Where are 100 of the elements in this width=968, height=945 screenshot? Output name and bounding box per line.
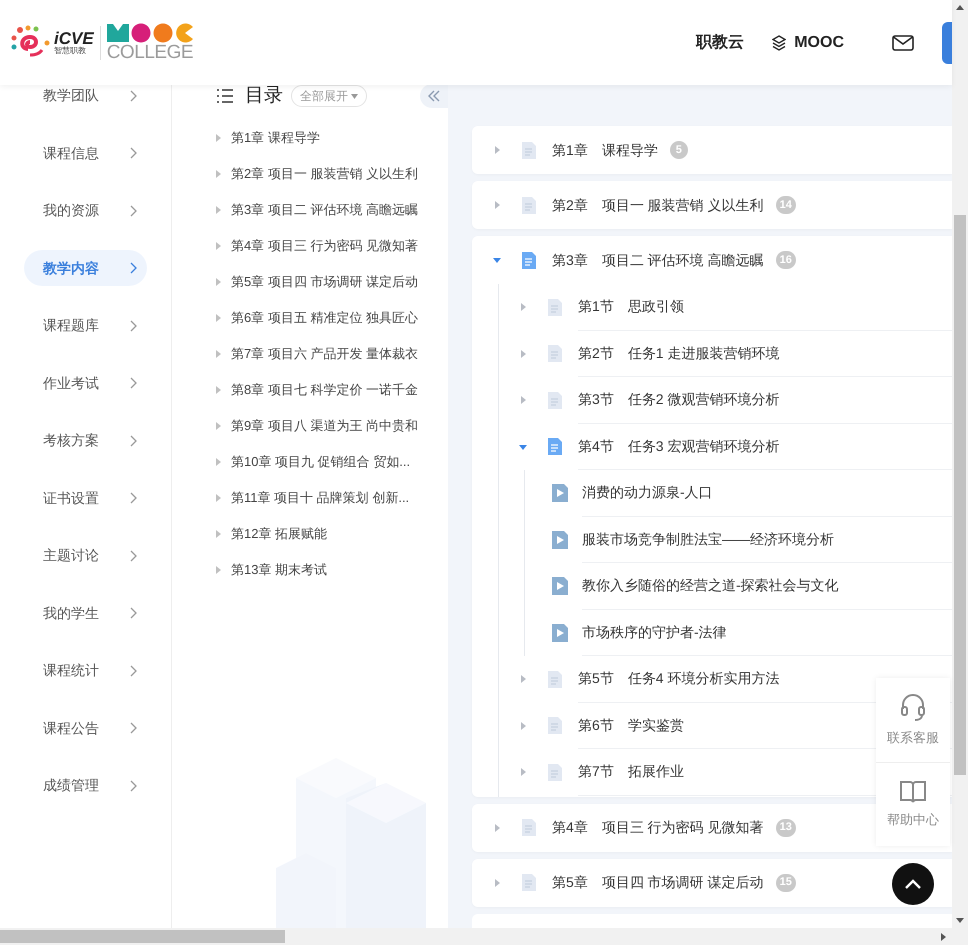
- catalog-chapter[interactable]: 第12章 拓展赋能: [231, 524, 328, 544]
- sidebar-item[interactable]: 教学团队: [24, 85, 147, 114]
- catalog-chapter[interactable]: 第11章 项目十 品牌策划 创新...: [231, 488, 410, 508]
- collapse-button[interactable]: [420, 84, 448, 108]
- double-chevron-left-icon: [428, 90, 440, 102]
- caret-down-icon: [351, 94, 358, 98]
- document-icon: [547, 762, 563, 782]
- sidebar-item[interactable]: 成绩管理: [24, 768, 147, 804]
- expand-arrow-icon[interactable]: [493, 201, 501, 209]
- scrollbar-thumb[interactable]: [0, 930, 285, 943]
- catalog-chapter[interactable]: 第7章 项目六 产品开发 量体裁衣: [231, 344, 418, 364]
- sidebar-item[interactable]: 主题讨论: [24, 538, 147, 574]
- video-file-icon: [551, 622, 569, 643]
- expand-arrow-icon[interactable]: [493, 824, 501, 832]
- expand-arrow-icon[interactable]: [216, 206, 221, 214]
- horizontal-scrollbar[interactable]: [0, 928, 968, 945]
- layers-icon: [772, 34, 786, 50]
- expand-arrow-icon[interactable]: [519, 675, 527, 684]
- scroll-right-icon[interactable]: [941, 932, 946, 940]
- catalog-chapter[interactable]: 第13章 期末考试: [231, 560, 328, 580]
- catalog-chapter[interactable]: 第1章 课程导学: [231, 128, 320, 148]
- chapter-title[interactable]: 第1章 课程导学: [552, 140, 658, 160]
- document-icon: [547, 437, 563, 456]
- catalog-chapter[interactable]: 第2章 项目一 服装营销 义以生利: [231, 164, 418, 184]
- chevron-right-icon: [130, 204, 137, 217]
- expand-arrow-icon[interactable]: [216, 494, 221, 502]
- catalog-chapter[interactable]: 第8章 项目七 科学定价 一诺千金: [231, 380, 418, 400]
- sidebar-item[interactable]: 我的资源: [24, 192, 147, 229]
- nav-link[interactable]: 职教云: [696, 30, 744, 54]
- expand-arrow-icon[interactable]: [216, 350, 221, 358]
- document-icon: [547, 670, 563, 689]
- scroll-down-icon[interactable]: [956, 918, 964, 923]
- document-icon: [521, 873, 537, 892]
- chapter-title[interactable]: 第5章 项目四 市场调研 谋定后动: [552, 872, 764, 893]
- vertical-scrollbar[interactable]: [952, 0, 968, 928]
- catalog-chapter[interactable]: 第9章 项目八 渠道为王 尚中贵和: [231, 416, 418, 436]
- chevron-right-icon: [130, 147, 137, 160]
- expand-arrow-icon[interactable]: [216, 314, 221, 322]
- collapse-arrow-icon[interactable]: [519, 442, 527, 451]
- expand-arrow-icon[interactable]: [216, 530, 221, 538]
- expand-arrow-icon[interactable]: [216, 278, 221, 286]
- resource-title[interactable]: 教你入乡随俗的经营之道-探索社会与文化: [582, 575, 839, 596]
- document-icon: [547, 298, 563, 317]
- expand-arrow-icon[interactable]: [216, 242, 221, 250]
- section-title[interactable]: 第6节 学实鉴赏: [578, 714, 684, 736]
- resource-title[interactable]: 市场秩序的守护者-法律: [582, 622, 727, 643]
- sidebar-item[interactable]: 我的学生: [24, 595, 147, 632]
- sidebar-item[interactable]: 教学内容: [24, 250, 147, 286]
- chevron-up-icon: [905, 879, 921, 889]
- catalog-chapter[interactable]: 第10章 项目九 促销组合 贸如...: [231, 452, 410, 472]
- section-title[interactable]: 第2节 任务1 走进服装营销环境: [578, 342, 780, 364]
- help-panel-item[interactable]: 帮助中心: [876, 762, 950, 846]
- expand-arrow-icon[interactable]: [493, 878, 501, 886]
- expand-arrow-icon[interactable]: [216, 458, 221, 466]
- nav-link[interactable]: MOOC: [772, 30, 844, 54]
- expand-arrow-icon[interactable]: [216, 386, 221, 394]
- expand-arrow-icon[interactable]: [216, 170, 221, 178]
- expand-arrow-icon[interactable]: [519, 303, 527, 312]
- book-icon: [900, 780, 926, 804]
- expand-arrow-icon[interactable]: [216, 134, 221, 142]
- expand-arrow-icon[interactable]: [519, 722, 527, 730]
- sidebar-item[interactable]: 课程公告: [24, 710, 147, 746]
- resource-title[interactable]: 服装市场竞争制胜法宝——经济环境分析: [582, 528, 834, 550]
- sidebar-item[interactable]: 考核方案: [24, 422, 147, 459]
- expand-arrow-icon[interactable]: [519, 768, 527, 776]
- chapter-title[interactable]: 第3章 项目二 评估环境 高瞻远瞩: [552, 250, 764, 270]
- collapse-arrow-icon[interactable]: [493, 256, 501, 264]
- mail-icon[interactable]: [892, 34, 914, 50]
- user-button[interactable]: [942, 22, 952, 64]
- sidebar-item[interactable]: 课程题库: [24, 308, 147, 344]
- expand-arrow-icon[interactable]: [519, 396, 527, 404]
- section-title[interactable]: 第7节 拓展作业: [578, 761, 684, 782]
- chevron-right-icon: [130, 320, 137, 332]
- sidebar-item[interactable]: 课程信息: [24, 135, 147, 172]
- sidebar-item[interactable]: 课程统计: [24, 652, 147, 689]
- sidebar-item[interactable]: 作业考试: [24, 365, 147, 402]
- chevron-right-icon: [130, 262, 137, 274]
- section-title[interactable]: 第5节 任务4 环境分析实用方法: [578, 668, 780, 690]
- chevron-right-icon: [130, 550, 137, 562]
- catalog-chapter[interactable]: 第6章 项目五 精准定位 独具匠心: [231, 308, 418, 328]
- catalog-chapter[interactable]: 第3章 项目二 评估环境 高瞻远瞩: [231, 200, 418, 220]
- catalog-chapter[interactable]: 第5章 项目四 市场调研 谋定后动: [231, 272, 418, 292]
- sidebar-item[interactable]: 证书设置: [24, 480, 147, 516]
- help-panel-item[interactable]: 联系客服: [876, 678, 950, 762]
- chapter-title[interactable]: 第4章 项目三 行为密码 见微知著: [552, 817, 764, 838]
- section-title[interactable]: 第4节 任务3 宏观营销环境分析: [578, 436, 780, 457]
- resource-title[interactable]: 消费的动力源泉-人口: [582, 482, 713, 504]
- expand-arrow-icon[interactable]: [519, 350, 527, 358]
- expand-arrow-icon[interactable]: [493, 146, 501, 154]
- expand-arrow-icon[interactable]: [216, 422, 221, 430]
- chevron-right-icon: [130, 722, 137, 734]
- scrollbar-thumb[interactable]: [954, 215, 966, 775]
- list-icon: [217, 89, 233, 103]
- chevron-right-icon: [130, 780, 137, 792]
- catalog-chapter[interactable]: 第4章 项目三 行为密码 见微知著: [231, 236, 418, 256]
- chapter-title[interactable]: 第2章 项目一 服装营销 义以生利: [552, 194, 764, 216]
- section-title[interactable]: 第3节 任务2 微观营销环境分析: [578, 389, 780, 410]
- expand-arrow-icon[interactable]: [216, 566, 221, 574]
- scroll-up-icon[interactable]: [956, 5, 964, 10]
- section-title[interactable]: 第1节 思政引领: [578, 296, 684, 318]
